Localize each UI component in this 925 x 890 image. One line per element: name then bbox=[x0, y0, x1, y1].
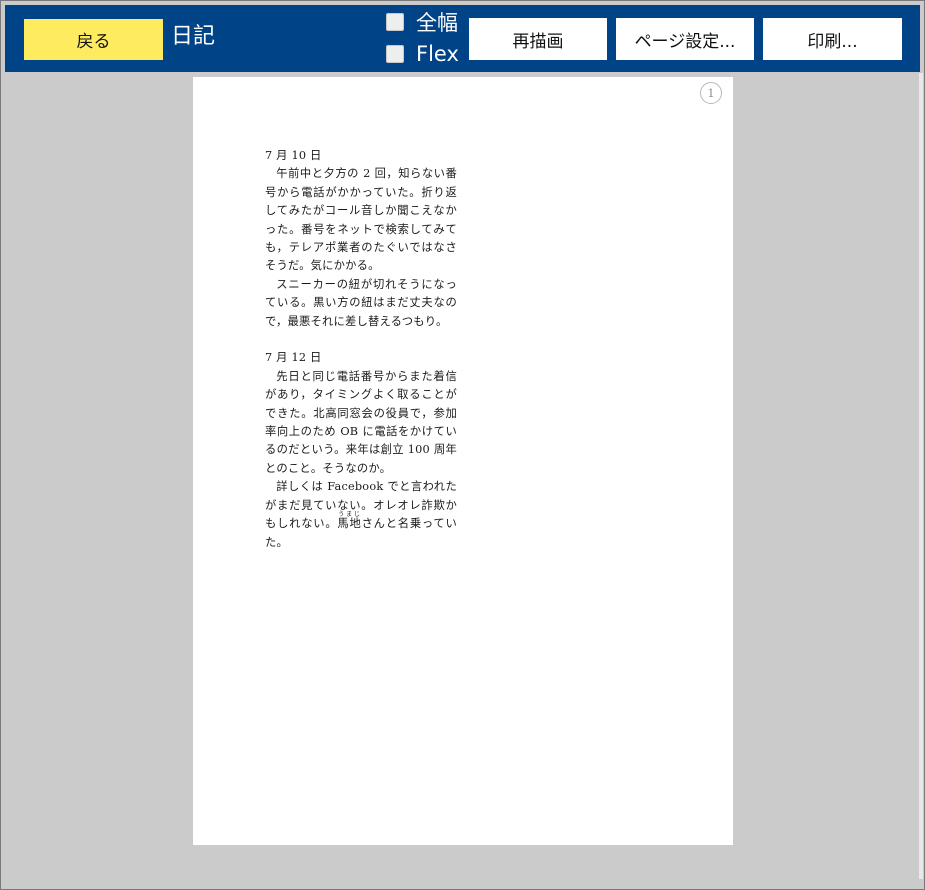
fullwidth-checkbox[interactable] bbox=[386, 13, 404, 31]
fullwidth-label: 全幅 bbox=[416, 11, 458, 35]
preview-page: 1 7 月 10 日 午前中と夕方の 2 回，知らない番号から電話がかかっていた… bbox=[193, 77, 733, 845]
entry-separator bbox=[265, 331, 457, 349]
flex-toggle[interactable]: Flex bbox=[386, 41, 459, 67]
fullwidth-toggle[interactable]: 全幅 bbox=[386, 9, 458, 35]
entry-paragraph: スニーカーの紐が切れそうになっている。黒い方の紐はまだ丈夫なので，最悪それに差し… bbox=[265, 277, 457, 328]
entry-date: 7 月 10 日 bbox=[265, 149, 322, 162]
back-button[interactable]: 戻る bbox=[24, 19, 163, 60]
ruby-reading: うまじ bbox=[337, 511, 361, 519]
flex-checkbox[interactable] bbox=[386, 45, 404, 63]
ruby-base: 馬地 bbox=[337, 517, 362, 531]
document-title: 日記 bbox=[171, 24, 216, 49]
name-ruby: 馬地うまじ bbox=[337, 512, 362, 531]
vertical-scrollbar[interactable] bbox=[919, 73, 923, 879]
entry-paragraph: 詳しくは Facebook でと言われたがまだ見ていない。オレオレ詐欺かもしれな… bbox=[265, 478, 457, 552]
entry-paragraph: 先日と同じ電話番号からまた着信があり，タイミングよく取ることができた。北高同窓会… bbox=[265, 369, 457, 475]
print-button[interactable]: 印刷... bbox=[763, 18, 902, 60]
redraw-button[interactable]: 再描画 bbox=[469, 18, 607, 60]
app-window: 戻る 日記 全幅 Flex 再描画 ページ設定... 印刷... 1 7 月 1… bbox=[0, 0, 925, 890]
diary-text: 7 月 10 日 午前中と夕方の 2 回，知らない番号から電話がかかっていた。折… bbox=[265, 147, 457, 552]
toolbar: 戻る 日記 全幅 Flex 再描画 ページ設定... 印刷... bbox=[5, 5, 920, 72]
entry-paragraph: 午前中と夕方の 2 回，知らない番号から電話がかかっていた。折り返してみたがコー… bbox=[265, 167, 457, 273]
page-setup-button[interactable]: ページ設定... bbox=[616, 18, 754, 60]
flex-label: Flex bbox=[416, 42, 459, 66]
page-number-badge: 1 bbox=[700, 82, 722, 104]
entry-date: 7 月 12 日 bbox=[265, 351, 322, 365]
